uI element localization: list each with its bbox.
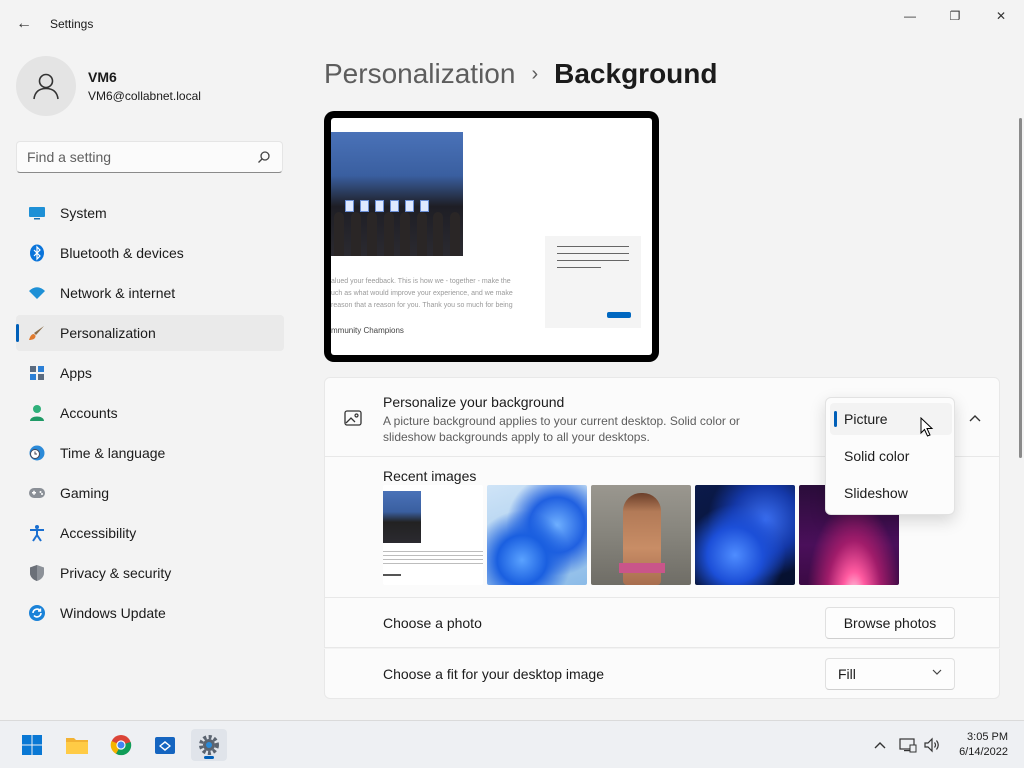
sidebar-item-system[interactable]: System [16, 195, 284, 231]
chevron-up-icon[interactable] [872, 735, 888, 755]
volume-icon[interactable] [922, 735, 942, 755]
start-button[interactable] [14, 729, 50, 761]
breadcrumb-separator: › [531, 62, 539, 85]
sidebar-item-apps[interactable]: Apps [16, 355, 284, 391]
sidebar-item-label: Apps [60, 365, 92, 381]
apps-icon [28, 364, 46, 382]
scrollbar[interactable] [1019, 118, 1022, 458]
sidebar-item-label: Gaming [60, 485, 110, 501]
sidebar-item-windows-update[interactable]: Windows Update [16, 595, 284, 631]
bluetooth-icon [28, 244, 46, 262]
image-icon [343, 408, 363, 428]
clock-time: 3:05 PM [967, 731, 1008, 743]
chrome-button[interactable] [103, 729, 139, 761]
fit-dropdown[interactable]: Fill [825, 657, 955, 690]
accessibility-icon [28, 524, 46, 542]
background-setting-description: A picture background applies to your cur… [383, 414, 740, 444]
choose-fit-label: Choose a fit for your desktop image [383, 665, 605, 682]
preview-window [545, 236, 641, 328]
sidebar-item-personalization[interactable]: Personalization [16, 315, 284, 351]
chrome-icon [110, 735, 132, 756]
app-title: Settings [50, 17, 94, 31]
search-input[interactable] [27, 149, 256, 165]
recent-image-thumbnail[interactable] [591, 485, 691, 585]
user-name: VM6 [88, 69, 117, 85]
sidebar-item-network[interactable]: Network & internet [16, 275, 284, 311]
close-button[interactable]: ✕ [978, 8, 1024, 24]
sidebar-item-label: Time & language [60, 445, 166, 461]
fit-dropdown-value: Fill [838, 665, 856, 682]
network-icon[interactable] [898, 735, 918, 755]
brush-icon [28, 324, 46, 342]
search-icon[interactable] [256, 149, 272, 165]
monitor-icon [28, 204, 46, 222]
user-email: VM6@collabnet.local [88, 89, 201, 103]
gamepad-icon [28, 484, 46, 502]
browse-photos-button[interactable]: Browse photos [825, 606, 955, 639]
person-icon [28, 404, 46, 422]
title-bar: ← Settings — ❐ ✕ [0, 0, 1024, 48]
sidebar-item-accounts[interactable]: Accounts [16, 395, 284, 431]
dropdown-option-solid-color[interactable]: Solid color [830, 440, 952, 472]
recent-images-label: Recent images [383, 468, 477, 484]
sidebar-item-label: Windows Update [60, 605, 166, 621]
sidebar-item-gaming[interactable]: Gaming [16, 475, 284, 511]
breadcrumb: Personalization › Background [324, 58, 717, 90]
sidebar-item-label: Personalization [60, 325, 156, 341]
preview-caption: mmunity Champions [331, 326, 404, 335]
maximize-button[interactable]: ❐ [932, 8, 978, 24]
recent-image-thumbnail[interactable] [695, 485, 795, 585]
update-icon [28, 604, 46, 622]
taskbar: 3:05 PM 6/14/2022 [0, 720, 1024, 768]
sidebar-item-label: Accessibility [60, 525, 137, 541]
dropdown-option-slideshow[interactable]: Slideshow [830, 477, 952, 509]
sidebar-item-label: Accounts [60, 405, 118, 421]
choose-photo-label: Choose a photo [383, 614, 482, 631]
recent-image-thumbnail[interactable] [383, 485, 483, 585]
background-setting-title: Personalize your background [383, 394, 565, 410]
sidebar-item-time-language[interactable]: Time & language [16, 435, 284, 471]
chevron-up-icon[interactable] [965, 408, 985, 428]
clock-globe-icon [28, 444, 46, 462]
recent-image-thumbnail[interactable] [487, 485, 587, 585]
sidebar-item-accessibility[interactable]: Accessibility [16, 515, 284, 551]
wifi-icon [28, 284, 46, 302]
chevron-down-icon [932, 667, 942, 678]
clock-date: 6/14/2022 [959, 746, 1008, 758]
settings-icon [199, 735, 219, 755]
page-title: Background [554, 58, 718, 89]
sidebar-item-label: Privacy & security [60, 565, 172, 581]
start-icon [22, 735, 42, 755]
back-button[interactable]: ← [12, 12, 36, 36]
sidebar-item-bluetooth[interactable]: Bluetooth & devices [16, 235, 284, 271]
person-icon [33, 73, 59, 100]
clock[interactable]: 3:05 PM 6/14/2022 [959, 730, 1008, 760]
preview-screen: alued your feedback. This is how we - to… [331, 118, 652, 355]
shield-icon [28, 564, 46, 582]
file-explorer-button[interactable] [59, 729, 95, 761]
preview-photo [331, 132, 463, 256]
settings-button[interactable] [191, 729, 227, 761]
sidebar-nav: System Bluetooth & devices Network & int… [16, 195, 284, 635]
file-explorer-icon [66, 738, 88, 754]
sidebar-item-label: System [60, 205, 107, 221]
desktop-preview: alued your feedback. This is how we - to… [324, 111, 659, 362]
breadcrumb-parent[interactable]: Personalization [324, 58, 515, 90]
sidebar-item-label: Network & internet [60, 285, 176, 301]
mouse-cursor-icon [920, 417, 934, 437]
minimize-button[interactable]: — [887, 8, 933, 24]
sidebar-item-privacy-security[interactable]: Privacy & security [16, 555, 284, 591]
choose-photo-row: Choose a photo Browse photos [324, 598, 1000, 648]
app-icon [155, 737, 175, 754]
background-type-dropdown: Picture Solid color Slideshow [825, 397, 955, 515]
sidebar-item-label: Bluetooth & devices [60, 245, 184, 261]
app-button[interactable] [147, 729, 183, 761]
avatar [16, 56, 76, 116]
search-box[interactable] [16, 141, 283, 173]
choose-fit-row: Choose a fit for your desktop image Fill [324, 649, 1000, 699]
user-profile[interactable]: VM6 VM6@collabnet.local [16, 56, 201, 116]
